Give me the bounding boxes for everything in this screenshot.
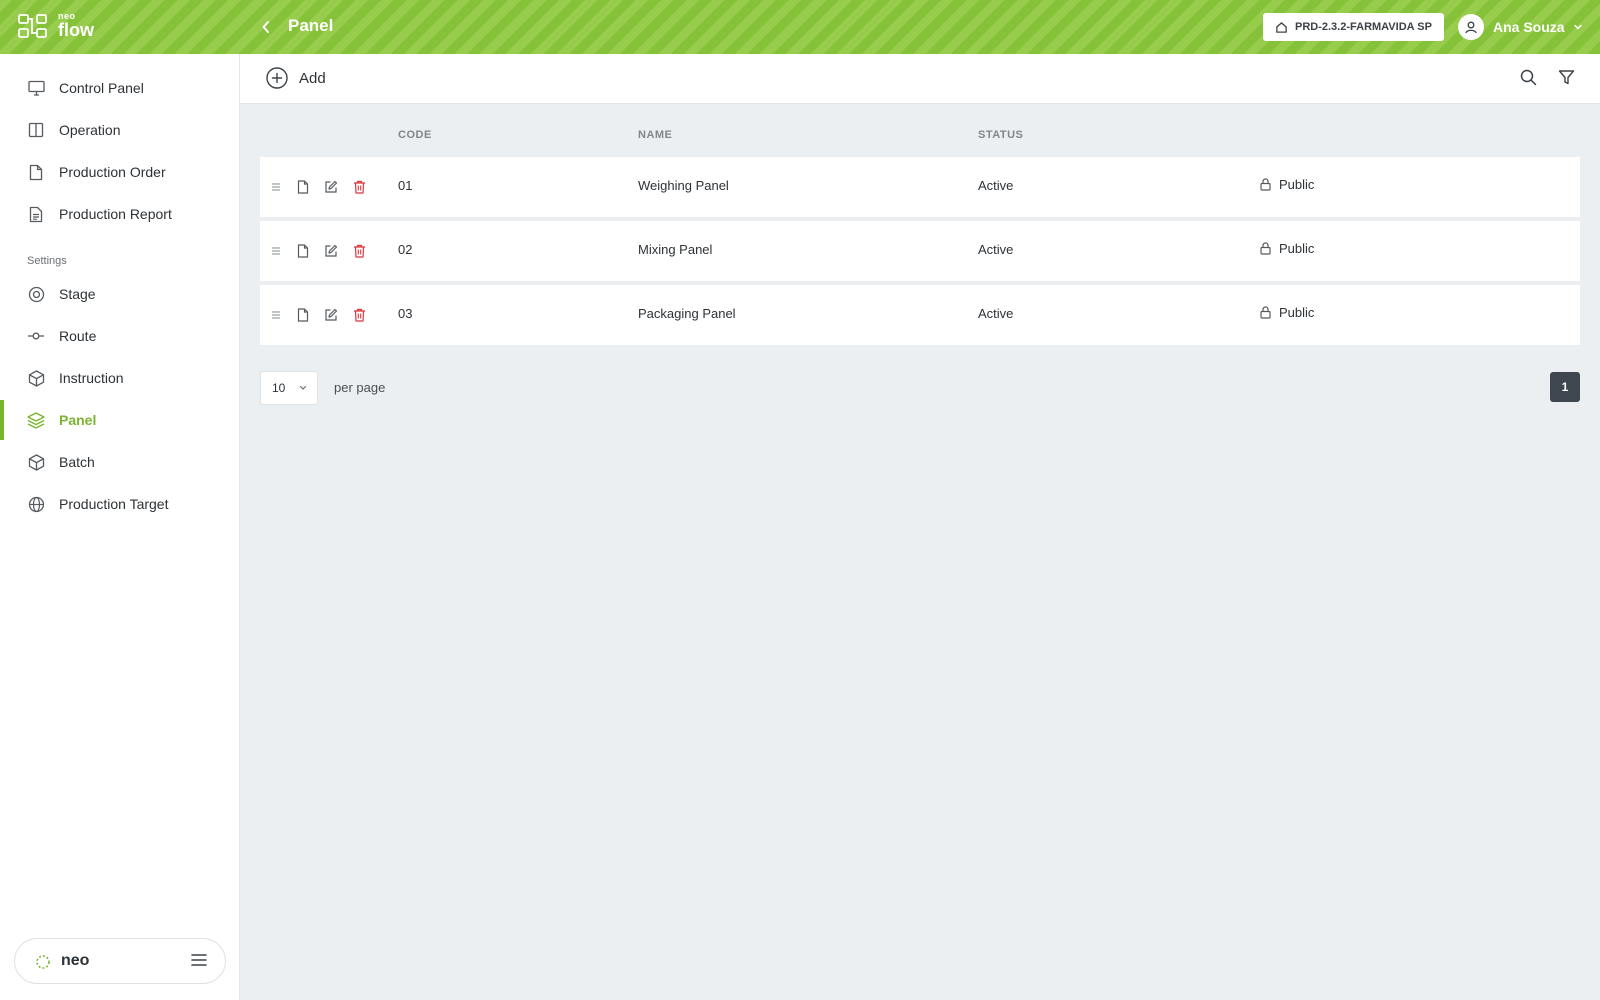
visibility-label: Public bbox=[1279, 241, 1315, 256]
cell-status: Active bbox=[978, 306, 1014, 321]
per-page-value: 10 bbox=[272, 381, 286, 395]
lock-icon bbox=[1260, 242, 1271, 255]
layers-icon bbox=[27, 411, 45, 429]
plus-circle-icon bbox=[266, 67, 288, 89]
file-icon bbox=[27, 163, 45, 181]
cell-code: 02 bbox=[398, 242, 413, 257]
sidebar-item-operation[interactable]: Operation bbox=[0, 110, 239, 150]
sidebar-item-route[interactable]: Route bbox=[0, 316, 239, 356]
visibility-cell: Public bbox=[1260, 241, 1314, 256]
delete-icon[interactable] bbox=[350, 306, 368, 324]
edit-icon[interactable] bbox=[322, 306, 340, 324]
user-icon bbox=[1465, 21, 1477, 34]
delete-icon[interactable] bbox=[350, 242, 368, 260]
column-header-code: CODE bbox=[398, 129, 432, 141]
sidebar-item-label: Batch bbox=[59, 454, 95, 470]
sidebar-item-label: Production Report bbox=[59, 206, 172, 222]
toolbar: Add bbox=[240, 54, 1600, 104]
sidebar-item-instruction[interactable]: Instruction bbox=[0, 358, 239, 398]
flow-logo-icon bbox=[18, 13, 47, 38]
drag-handle-icon[interactable] bbox=[267, 306, 285, 324]
cell-name: Packaging Panel bbox=[638, 306, 736, 321]
sidebar-item-label: Panel bbox=[59, 412, 97, 428]
per-page-select[interactable]: 10 bbox=[260, 371, 318, 405]
target-icon bbox=[27, 285, 45, 303]
cell-status: Active bbox=[978, 178, 1014, 193]
back-button[interactable] bbox=[256, 16, 276, 38]
neo-logo-icon bbox=[35, 954, 51, 975]
delete-icon[interactable] bbox=[350, 178, 368, 196]
logo-flow-text: flow bbox=[58, 20, 94, 40]
cell-status: Active bbox=[978, 242, 1014, 257]
cell-code: 03 bbox=[398, 306, 413, 321]
edit-icon[interactable] bbox=[322, 178, 340, 196]
home-icon bbox=[1275, 21, 1288, 34]
cell-name: Weighing Panel bbox=[638, 178, 729, 193]
lock-icon bbox=[1260, 306, 1271, 319]
file-text-icon bbox=[27, 205, 45, 223]
chevron-left-icon bbox=[262, 21, 269, 33]
content-area: CODE NAME STATUS 01 Weighing Panel Activ… bbox=[240, 104, 1600, 1000]
sidebar: Control Panel Operation Production Order… bbox=[0, 54, 240, 1000]
avatar bbox=[1458, 14, 1484, 40]
page-title: Panel bbox=[288, 16, 334, 35]
sidebar-item-label: Instruction bbox=[59, 370, 124, 386]
per-page-label: per page bbox=[334, 380, 386, 395]
filter-icon[interactable] bbox=[1558, 69, 1575, 86]
add-button[interactable]: Add bbox=[266, 67, 326, 89]
visibility-cell: Public bbox=[1260, 305, 1314, 320]
visibility-label: Public bbox=[1279, 305, 1315, 320]
sidebar-item-label: Stage bbox=[59, 286, 96, 302]
visibility-label: Public bbox=[1279, 177, 1315, 192]
sidebar-item-production-order[interactable]: Production Order bbox=[0, 152, 239, 192]
page-button-current[interactable]: 1 bbox=[1550, 372, 1580, 402]
top-bar: neo flow Panel PRD-2.3.2-FARMAVIDA SP An… bbox=[0, 0, 1600, 54]
globe-icon bbox=[27, 495, 45, 513]
view-file-icon[interactable] bbox=[294, 242, 312, 260]
sidebar-item-label: Production Target bbox=[59, 496, 169, 512]
table-row[interactable]: 02 Mixing Panel Active Public bbox=[260, 221, 1580, 281]
environment-badge[interactable]: PRD-2.3.2-FARMAVIDA SP bbox=[1263, 13, 1444, 41]
visibility-cell: Public bbox=[1260, 177, 1314, 192]
hamburger-menu-icon[interactable] bbox=[191, 953, 207, 967]
lock-icon bbox=[1260, 178, 1271, 191]
view-file-icon[interactable] bbox=[294, 306, 312, 324]
route-icon bbox=[27, 327, 45, 345]
column-header-name: NAME bbox=[638, 129, 673, 141]
user-name: Ana Souza bbox=[1493, 19, 1565, 35]
table-row[interactable]: 01 Weighing Panel Active Public bbox=[260, 157, 1580, 217]
add-button-label: Add bbox=[299, 69, 326, 87]
sidebar-item-panel[interactable]: Panel bbox=[0, 400, 239, 440]
drag-handle-icon[interactable] bbox=[267, 178, 285, 196]
sidebar-item-label: Operation bbox=[59, 122, 121, 138]
monitor-icon bbox=[27, 79, 45, 97]
chevron-down-icon bbox=[1573, 23, 1583, 31]
app-logo[interactable]: neo flow bbox=[18, 12, 94, 39]
user-menu[interactable]: Ana Souza bbox=[1458, 13, 1583, 41]
sidebar-item-production-report[interactable]: Production Report bbox=[0, 194, 239, 234]
sidebar-item-label: Control Panel bbox=[59, 80, 144, 96]
settings-section-label: Settings bbox=[27, 255, 67, 267]
sidebar-item-stage[interactable]: Stage bbox=[0, 274, 239, 314]
sidebar-item-control-panel[interactable]: Control Panel bbox=[0, 68, 239, 108]
table-row[interactable]: 03 Packaging Panel Active Public bbox=[260, 285, 1580, 345]
neo-brand-bar: neo bbox=[14, 938, 226, 984]
chevron-down-icon bbox=[299, 385, 307, 391]
environment-label: PRD-2.3.2-FARMAVIDA SP bbox=[1295, 21, 1432, 33]
sidebar-item-batch[interactable]: Batch bbox=[0, 442, 239, 482]
sidebar-item-label: Route bbox=[59, 328, 97, 344]
columns-icon bbox=[27, 121, 45, 139]
column-header-status: STATUS bbox=[978, 129, 1024, 141]
edit-icon[interactable] bbox=[322, 242, 340, 260]
cell-name: Mixing Panel bbox=[638, 242, 713, 257]
sidebar-item-production-target[interactable]: Production Target bbox=[0, 484, 239, 524]
view-file-icon[interactable] bbox=[294, 178, 312, 196]
cell-code: 01 bbox=[398, 178, 413, 193]
box-icon bbox=[27, 453, 45, 471]
search-icon[interactable] bbox=[1520, 69, 1537, 86]
box-icon bbox=[27, 369, 45, 387]
drag-handle-icon[interactable] bbox=[267, 242, 285, 260]
neo-brand-text: neo bbox=[61, 952, 90, 969]
sidebar-item-label: Production Order bbox=[59, 164, 166, 180]
